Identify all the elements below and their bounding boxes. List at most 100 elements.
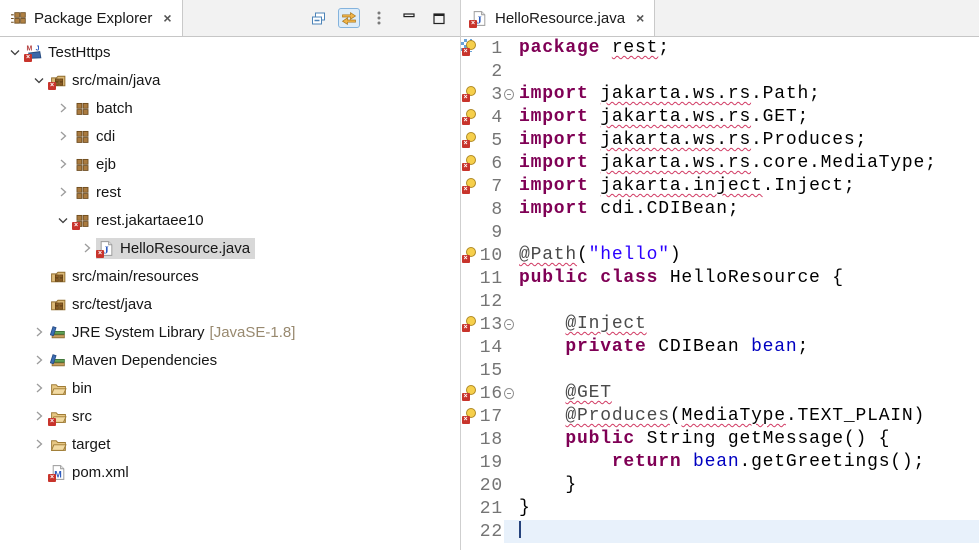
tree-entry[interactable]: ×src (48, 406, 97, 427)
tree-entry[interactable]: MJ×TestHttps (24, 42, 116, 63)
chevron-right-icon[interactable] (30, 436, 48, 452)
code-line[interactable]: 18 public String getMessage() { (461, 428, 979, 451)
code-line[interactable]: 2 (461, 60, 979, 83)
collapse-all-button[interactable] (308, 8, 330, 28)
chevron-right-icon[interactable] (54, 128, 72, 144)
code-text[interactable]: return bean.getGreetings(); (514, 451, 979, 474)
tree-item-rest[interactable]: rest (0, 178, 460, 206)
code-text[interactable] (514, 221, 979, 244)
chevron-right-icon[interactable] (54, 184, 72, 200)
quickfix-error-icon[interactable]: × (462, 408, 476, 424)
code-line[interactable]: ×7import jakarta.inject.Inject; (461, 175, 979, 198)
fold-collapse-icon[interactable] (504, 382, 514, 405)
code-text[interactable]: public class HelloResource { (514, 267, 979, 290)
code-area[interactable]: ×1package rest;2×3import jakarta.ws.rs.P… (461, 37, 979, 543)
gutter-marker-cell[interactable]: × (461, 37, 477, 60)
tree-entry[interactable]: Maven Dependencies (48, 350, 222, 371)
chevron-down-icon[interactable] (54, 212, 72, 228)
gutter-marker-cell[interactable]: × (461, 83, 477, 106)
tree-entry[interactable]: ×rest.jakartaee10 (72, 210, 209, 231)
gutter-marker-cell[interactable]: × (461, 244, 477, 267)
fold-collapse-icon[interactable] (504, 313, 514, 336)
view-menu-button[interactable] (368, 8, 390, 28)
chevron-right-icon[interactable] (54, 156, 72, 172)
quickfix-error-icon[interactable]: × (462, 86, 476, 102)
link-with-editor-button[interactable] (338, 8, 360, 28)
tree-item-src[interactable]: ×src (0, 402, 460, 430)
tree-entry[interactable]: src/test/java (48, 294, 157, 315)
code-text[interactable]: import jakarta.ws.rs.Path; (514, 83, 979, 106)
code-line[interactable]: 14 private CDIBean bean; (461, 336, 979, 359)
code-line[interactable]: ×4import jakarta.ws.rs.GET; (461, 106, 979, 129)
close-icon[interactable]: × (636, 10, 644, 26)
tree-item-pom-xml[interactable]: M×pom.xml (0, 458, 460, 486)
tree-entry[interactable]: target (48, 434, 115, 455)
tree-item-maven-dependencies[interactable]: Maven Dependencies (0, 346, 460, 374)
code-line[interactable]: 20 } (461, 474, 979, 497)
code-line[interactable]: ×10@Path("hello") (461, 244, 979, 267)
code-line[interactable]: 19 return bean.getGreetings(); (461, 451, 979, 474)
tree-entry[interactable]: src/main/resources (48, 266, 204, 287)
tree-entry[interactable]: ejb (72, 154, 121, 175)
chevron-right-icon[interactable] (30, 380, 48, 396)
tree-item-testhttps[interactable]: MJ×TestHttps (0, 38, 460, 66)
code-line[interactable]: 8import cdi.CDIBean; (461, 198, 979, 221)
fold-collapse-icon[interactable] (504, 83, 514, 106)
code-line[interactable]: 21} (461, 497, 979, 520)
code-line[interactable]: 12 (461, 290, 979, 313)
quickfix-error-icon[interactable]: × (462, 247, 476, 263)
code-line[interactable]: ×3import jakarta.ws.rs.Path; (461, 83, 979, 106)
gutter-marker-cell[interactable]: × (461, 175, 477, 198)
code-text[interactable]: @GET (514, 382, 979, 405)
quickfix-error-icon[interactable]: × (462, 178, 476, 194)
code-line[interactable]: ×16 @GET (461, 382, 979, 405)
chevron-right-icon[interactable] (30, 324, 48, 340)
chevron-right-icon[interactable] (30, 352, 48, 368)
tree-item-helloresource-java[interactable]: J×HelloResource.java (0, 234, 460, 262)
gutter-marker-cell[interactable]: × (461, 106, 477, 129)
gutter-marker-cell[interactable]: × (461, 129, 477, 152)
quickfix-error-icon[interactable]: × (462, 385, 476, 401)
tree-item-src-test-java[interactable]: src/test/java (0, 290, 460, 318)
code-text[interactable]: import jakarta.ws.rs.GET; (514, 106, 979, 129)
quickfix-error-icon[interactable]: × (462, 40, 476, 56)
tree-entry[interactable]: JRE System Library [JavaSE-1.8] (48, 322, 300, 343)
tree-item-ejb[interactable]: ejb (0, 150, 460, 178)
chevron-right-icon[interactable] (78, 240, 96, 256)
code-text[interactable]: import jakarta.inject.Inject; (514, 175, 979, 198)
code-line[interactable]: 11public class HelloResource { (461, 267, 979, 290)
tree-item-rest-jakartaee10[interactable]: ×rest.jakartaee10 (0, 206, 460, 234)
code-text[interactable]: } (514, 497, 979, 520)
quickfix-error-icon[interactable]: × (462, 316, 476, 332)
code-text[interactable]: @Inject (514, 313, 979, 336)
code-line[interactable]: 15 (461, 359, 979, 382)
tree-entry[interactable]: rest (72, 182, 126, 203)
code-text[interactable] (514, 520, 979, 543)
chevron-down-icon[interactable] (30, 72, 48, 88)
code-line[interactable]: 22 (461, 520, 979, 543)
gutter-marker-cell[interactable]: × (461, 405, 477, 428)
code-line[interactable]: ×6import jakarta.ws.rs.core.MediaType; (461, 152, 979, 175)
code-text[interactable]: import cdi.CDIBean; (514, 198, 979, 221)
tree-item-cdi[interactable]: cdi (0, 122, 460, 150)
tree-item-jre-system-library[interactable]: JRE System Library [JavaSE-1.8] (0, 318, 460, 346)
tree-item-batch[interactable]: batch (0, 94, 460, 122)
code-text[interactable]: package rest; (514, 37, 979, 60)
minimize-button[interactable] (398, 8, 420, 28)
tree-item-src-main-resources[interactable]: src/main/resources (0, 262, 460, 290)
chevron-right-icon[interactable] (30, 408, 48, 424)
code-line[interactable]: ×17 @Produces(MediaType.TEXT_PLAIN) (461, 405, 979, 428)
code-line[interactable]: ×13 @Inject (461, 313, 979, 336)
gutter-marker-cell[interactable]: × (461, 152, 477, 175)
tab-helloresource-java[interactable]: J× HelloResource.java × (461, 0, 655, 36)
quickfix-error-icon[interactable]: × (462, 155, 476, 171)
code-text[interactable]: @Produces(MediaType.TEXT_PLAIN) (514, 405, 979, 428)
code-line[interactable]: ×1package rest; (461, 37, 979, 60)
code-text[interactable]: @Path("hello") (514, 244, 979, 267)
quickfix-error-icon[interactable]: × (462, 109, 476, 125)
close-icon[interactable]: × (163, 10, 171, 26)
selected-tree-entry[interactable]: J×HelloResource.java (96, 238, 255, 259)
code-text[interactable]: private CDIBean bean; (514, 336, 979, 359)
code-line[interactable]: 9 (461, 221, 979, 244)
tree-entry[interactable]: M×pom.xml (48, 462, 134, 483)
